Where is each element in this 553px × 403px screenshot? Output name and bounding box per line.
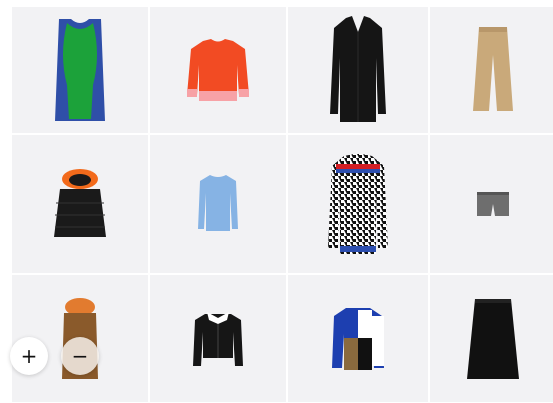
product-tile-colorblock-sweater[interactable] xyxy=(288,275,428,402)
product-tile-red-orange-knit-sweater[interactable] xyxy=(150,7,286,133)
long-coat-image xyxy=(330,16,386,122)
colorblock-dress-image xyxy=(55,19,105,121)
product-tile-grey-tweed-shorts[interactable] xyxy=(430,135,553,273)
product-tile-light-blue-knit-top[interactable] xyxy=(150,135,286,273)
zoom-out-button[interactable]: − xyxy=(61,337,99,375)
zoom-in-button[interactable]: + xyxy=(10,337,48,375)
product-tile-beige-wide-trousers[interactable] xyxy=(430,7,553,133)
tweed-shorts-image xyxy=(477,192,509,216)
midi-skirt-image xyxy=(467,298,519,379)
product-tile-black-cropped-jacket[interactable] xyxy=(150,275,286,402)
knit-sweater-image xyxy=(187,39,249,101)
colorblock-sweater-image xyxy=(332,307,384,370)
knit-top-image xyxy=(198,175,238,231)
plus-icon: + xyxy=(20,344,38,368)
product-tile-colorblock-knit-dress[interactable] xyxy=(12,7,148,133)
houndstooth-coat-image xyxy=(328,154,388,254)
wide-trousers-image xyxy=(473,27,513,111)
product-tile-black-long-coat[interactable] xyxy=(288,7,428,133)
cropped-jacket-image xyxy=(193,311,243,366)
minus-icon: − xyxy=(71,344,89,368)
product-tile-houndstooth-coat[interactable] xyxy=(288,135,428,273)
product-tile-black-midi-skirt[interactable] xyxy=(430,275,553,402)
product-tile-black-puffer-vest[interactable] xyxy=(12,135,148,273)
puffer-vest-image xyxy=(54,169,106,237)
